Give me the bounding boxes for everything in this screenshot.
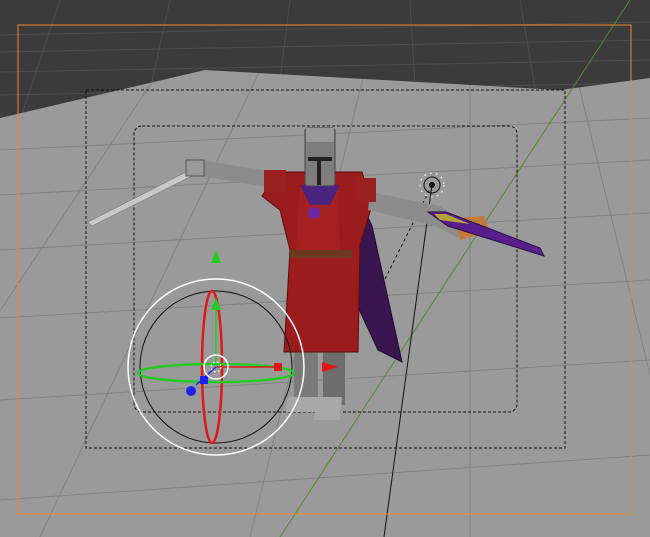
knight-boot-right xyxy=(314,397,342,420)
knight-boot-left xyxy=(286,397,318,412)
knight-shoulder-left xyxy=(264,170,286,192)
knight-amulet xyxy=(308,207,320,219)
gizmo-x-scale-handle xyxy=(274,363,282,371)
knight-leg-right xyxy=(323,345,345,405)
knight-sword-hilt xyxy=(185,159,205,177)
knight-belt xyxy=(290,250,352,258)
3d-viewport[interactable] xyxy=(0,0,650,537)
knight-leg-left xyxy=(294,345,318,405)
gizmo-z-arrow xyxy=(186,386,196,396)
knight-shoulder-right xyxy=(356,178,376,202)
gizmo-z-scale-handle xyxy=(200,376,208,384)
